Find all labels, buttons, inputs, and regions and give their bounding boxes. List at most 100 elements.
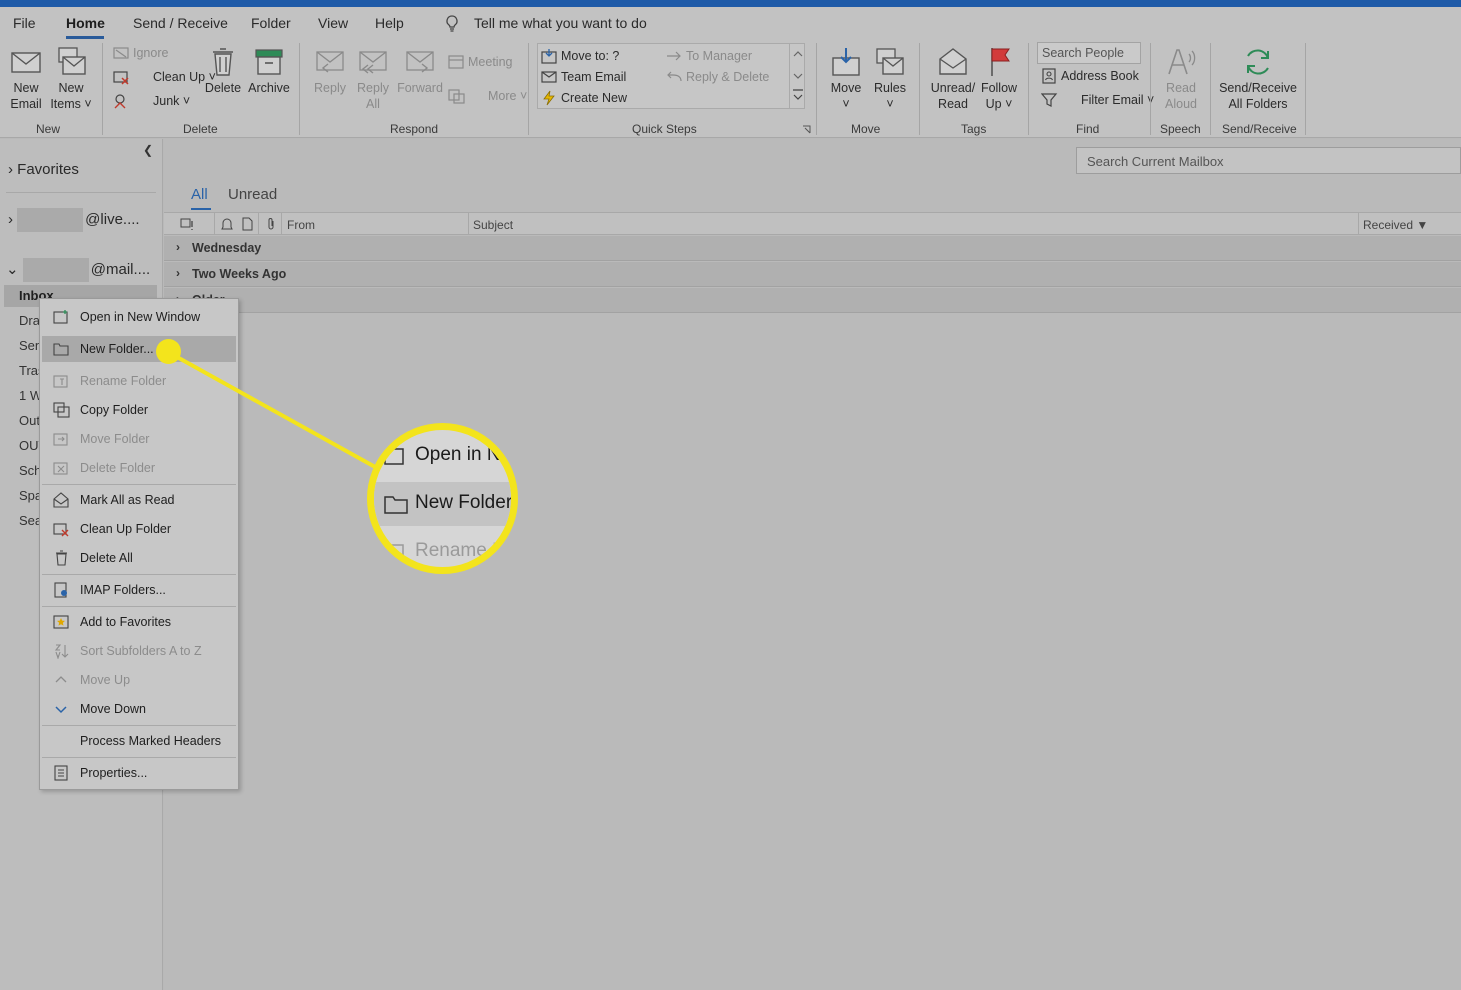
reminder-icon[interactable]	[220, 217, 234, 231]
envelope-icon	[11, 52, 41, 73]
folder-outbox[interactable]: Out	[19, 413, 40, 428]
search-mailbox-input[interactable]: Search Current Mailbox	[1076, 147, 1461, 174]
flag-icon	[991, 48, 1010, 76]
new-items-button[interactable]: New Items ˅	[50, 46, 92, 112]
address-book-button[interactable]: Address Book	[1041, 67, 1139, 85]
rules-icon	[876, 48, 904, 75]
menu-move-up[interactable]: Move Up	[42, 667, 236, 693]
menu-move-down[interactable]: Move Down	[42, 696, 236, 722]
menu-properties[interactable]: Properties...	[42, 760, 236, 786]
quick-step-reply-delete[interactable]: Reply & Delete	[666, 68, 769, 86]
account-mail[interactable]: ⌄ @mail....	[6, 258, 150, 282]
move-to-icon	[541, 49, 557, 64]
imap-icon	[54, 582, 67, 598]
group-label-tags: Tags	[961, 122, 987, 136]
quick-step-team-email[interactable]: Team Email	[541, 68, 626, 86]
tab-home[interactable]: Home	[66, 15, 105, 31]
menu-move-folder[interactable]: Move Folder	[42, 426, 236, 452]
reply-all-button[interactable]: Reply All	[352, 46, 394, 112]
tab-help[interactable]: Help	[375, 15, 404, 31]
reply-button[interactable]: Reply	[309, 46, 351, 96]
clean-up-icon	[113, 71, 129, 85]
redacted-name	[17, 208, 84, 232]
meeting-button[interactable]: Meeting	[448, 53, 512, 71]
column-received[interactable]: Received ▼	[1363, 218, 1428, 232]
menu-new-folder[interactable]: New Folder...	[42, 336, 236, 362]
forward-button[interactable]: Forward	[396, 46, 444, 96]
magnifier-callout: Open in N New Folder. Rename F	[367, 423, 518, 574]
quick-steps-scroller[interactable]	[789, 43, 805, 109]
arrow-right-icon	[667, 51, 681, 61]
chevron-scroll-icon	[793, 51, 803, 100]
new-window-icon	[384, 448, 404, 465]
filter-unread[interactable]: Unread	[228, 186, 277, 203]
sync-icon	[1247, 49, 1269, 75]
menu-sort-subfolders[interactable]: Sort Subfolders A to Z	[42, 638, 236, 664]
unread-read-button[interactable]: Unread/ Read	[928, 46, 978, 112]
menu-clean-up-folder[interactable]: Clean Up Folder	[42, 516, 236, 542]
send-receive-all-button[interactable]: Send/Receive All Folders	[1218, 46, 1298, 112]
follow-up-button[interactable]: Follow Up ˅	[978, 46, 1020, 112]
archive-button[interactable]: Archive	[246, 46, 292, 96]
archive-icon	[255, 49, 283, 75]
chevron-up-icon	[55, 676, 67, 683]
reply-icon	[316, 51, 344, 73]
quick-step-move-to[interactable]: Move to: ?	[541, 47, 619, 65]
menu-process-marked-headers[interactable]: Process Marked Headers	[42, 728, 236, 754]
filter-all[interactable]: All	[191, 186, 208, 203]
quick-step-to-manager[interactable]: To Manager	[666, 47, 752, 65]
dialog-launcher-icon[interactable]	[802, 125, 811, 134]
menu-imap-folders[interactable]: IMAP Folders...	[42, 577, 236, 603]
importance-icon[interactable]	[180, 217, 194, 231]
read-aloud-button[interactable]: Read Aloud	[1160, 46, 1202, 112]
quick-step-create-new[interactable]: Create New	[541, 89, 627, 107]
rules-button[interactable]: Rules ˅	[869, 46, 911, 112]
group-label-quick-steps: Quick Steps	[632, 122, 697, 136]
search-people-input[interactable]: Search People	[1037, 42, 1141, 64]
menu-copy-folder[interactable]: Copy Folder	[42, 397, 236, 423]
clean-up-button[interactable]: Clean Up ˅	[113, 68, 216, 86]
group-label-new: New	[36, 122, 61, 136]
tell-me-search[interactable]: Tell me what you want to do	[474, 15, 647, 31]
lightning-icon	[543, 90, 555, 106]
new-items-icon	[58, 47, 86, 75]
move-folder-icon	[53, 433, 68, 446]
move-button[interactable]: Move ˅	[825, 46, 867, 112]
junk-button[interactable]: Junk ˅	[113, 92, 190, 110]
group-two-weeks-ago[interactable]: › Two Weeks Ago	[164, 262, 1461, 287]
group-older[interactable]: ›Older	[164, 288, 1461, 313]
new-email-button[interactable]: New Email	[5, 46, 47, 112]
forward-icon	[406, 51, 434, 73]
attachment-icon[interactable]	[264, 217, 278, 231]
menu-bar: File Home Send / Receive Folder View Hel…	[0, 7, 1461, 39]
copy-folder-icon	[53, 402, 70, 418]
menu-delete-all[interactable]: Delete All	[42, 545, 236, 571]
filter-email-button[interactable]: Filter Email ˅	[1041, 91, 1154, 109]
group-label-respond: Respond	[390, 122, 439, 136]
group-label-delete: Delete	[183, 122, 218, 136]
column-from[interactable]: From	[287, 218, 315, 232]
column-subject[interactable]: Subject	[473, 218, 513, 232]
delete-all-icon	[56, 550, 67, 566]
more-button[interactable]: More ˅	[448, 87, 527, 105]
menu-open-in-new-window[interactable]: Open in New Window	[42, 304, 236, 330]
tab-view[interactable]: View	[318, 15, 348, 31]
menu-rename-folder[interactable]: Rename Folder	[42, 368, 236, 394]
tab-file[interactable]: File	[13, 15, 36, 31]
move-icon	[832, 48, 860, 76]
ignore-button[interactable]: Ignore	[113, 44, 168, 62]
document-icon[interactable]	[240, 217, 254, 231]
group-label-send-receive: Send/Receive	[1222, 122, 1297, 136]
collapse-pane-icon[interactable]: ❮	[143, 143, 153, 157]
account-live[interactable]: › @live....	[8, 208, 140, 232]
delete-button[interactable]: Delete	[203, 46, 243, 96]
menu-delete-folder[interactable]: Delete Folder	[42, 455, 236, 481]
menu-mark-all-read[interactable]: Mark All as Read	[42, 487, 236, 513]
group-wednesday[interactable]: › Wednesday	[164, 236, 1461, 261]
open-envelope-icon	[939, 48, 967, 75]
tab-folder[interactable]: Folder	[251, 15, 291, 31]
favorites-header[interactable]: › Favorites	[8, 161, 79, 178]
junk-icon	[114, 94, 126, 109]
menu-add-to-favorites[interactable]: Add to Favorites	[42, 609, 236, 635]
tab-send-receive[interactable]: Send / Receive	[133, 15, 228, 31]
